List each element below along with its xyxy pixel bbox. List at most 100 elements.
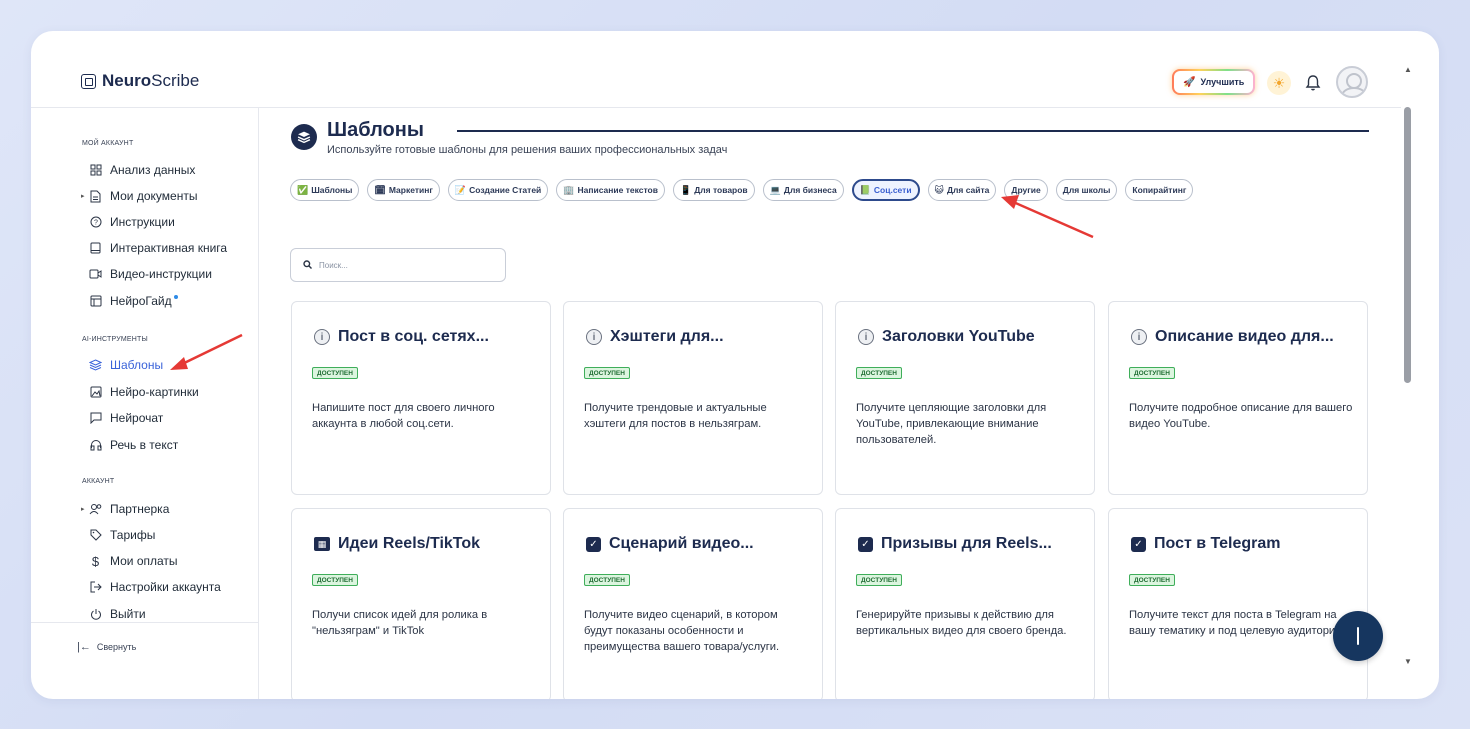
sidebar-item-speech-to-text[interactable]: Речь в текст (89, 436, 178, 454)
sidebar-item-label: Нейро-картинки (110, 385, 199, 399)
vertical-scrollbar[interactable]: ▲ ▼ (1401, 59, 1415, 671)
checkbox-icon: ✓ (1131, 536, 1146, 552)
sidebar-item-my-payments[interactable]: $ Мои оплаты (89, 552, 178, 570)
chip-label: Написание текстов (577, 185, 658, 195)
card-description: Напишите пост для своего личного аккаунт… (312, 402, 495, 430)
search-icon (303, 259, 312, 271)
template-card[interactable]: ✓ Призывы для Reels... ДОСТУПЕН Генерируй… (835, 508, 1095, 699)
sidebar-item-interactive-book[interactable]: Интерактивная книга (89, 239, 227, 257)
divider (31, 622, 259, 623)
collapse-icon: |← (77, 641, 91, 653)
sidebar-item-logout[interactable]: Выйти (89, 605, 146, 623)
sidebar-item-video-instructions[interactable]: Видео-инструкции (89, 265, 212, 283)
chip-label: Маркетинг (388, 185, 433, 195)
search-input[interactable] (319, 260, 499, 270)
sidebar-item-tariffs[interactable]: Тарифы (89, 526, 155, 544)
card-title: Пост в Telegram (1154, 535, 1281, 552)
document-icon (89, 190, 102, 203)
chip-templates[interactable]: ✅ Шаблоны (290, 179, 360, 201)
sidebar-item-templates[interactable]: Шаблоны (89, 356, 163, 374)
sidebar-item-label: Речь в текст (110, 438, 179, 452)
sidebar-item-neuro-images[interactable]: Нейро-картинки (89, 383, 199, 401)
main-content: Шаблоны Используйте готовые шаблоны для … (259, 108, 1401, 699)
chip-school[interactable]: Для школы (1055, 179, 1118, 201)
card-description: Получите трендовые и актуальные хэштеги … (584, 402, 767, 430)
sidebar-item-neuroguide[interactable]: НейроГайд (89, 292, 178, 310)
collapse-label: Свернуть (96, 642, 137, 652)
sidebar-item-label: Видео-инструкции (110, 267, 212, 281)
sidebar-item-instructions[interactable]: ? Инструкции (89, 213, 175, 231)
chip-other[interactable]: Другие (1004, 179, 1048, 201)
template-card[interactable]: i Хэштеги для... ДОСТУПЕН Получите трендо… (563, 301, 823, 495)
template-card[interactable]: i Заголовки YouTube ДОСТУПЕН Получите цеп… (835, 301, 1095, 495)
status-badge: ДОСТУПЕН (1129, 367, 1175, 379)
info-icon: i (858, 329, 874, 345)
title-divider (457, 130, 1369, 132)
calendar-icon: 🗓 (374, 184, 386, 195)
info-icon: i (1131, 329, 1147, 345)
film-icon: ▦ (314, 537, 330, 551)
card-description: Получите цепляющие заголовки для YouTube… (856, 402, 1047, 446)
phone-icon: 📱 (679, 184, 692, 195)
chat-launcher-button[interactable] (1333, 611, 1383, 661)
scroll-up-icon[interactable]: ▲ (1404, 65, 1412, 74)
template-card[interactable]: ▦ Идеи Reels/TikTok ДОСТУПЕН Получи списо… (291, 508, 551, 699)
chip-website[interactable]: 😺 Для сайта (927, 179, 997, 201)
sun-icon[interactable]: ☀ (1267, 71, 1291, 95)
logo-icon (81, 73, 96, 89)
sidebar: МОЙ АККАУНТ Анализ данных ▸ Мои документ… (31, 108, 259, 699)
sidebar-item-label: Инструкции (110, 215, 175, 229)
sidebar-item-data-analysis[interactable]: Анализ данных (89, 161, 195, 179)
section-title-profile: АККАУНТ (82, 478, 115, 485)
cat-icon: 😺 (934, 184, 944, 195)
bell-icon[interactable] (1303, 73, 1323, 93)
sidebar-item-label: Выйти (110, 607, 146, 621)
scroll-down-icon[interactable]: ▼ (1404, 657, 1412, 666)
chip-label: Шаблоны (311, 185, 353, 195)
users-icon (89, 503, 102, 516)
grid-icon (89, 164, 102, 177)
video-icon (89, 268, 102, 281)
sidebar-item-partner[interactable]: ▸ Партнерка (81, 500, 170, 518)
search-field[interactable] (290, 248, 506, 282)
template-card[interactable]: i Пост в соц. сетях... ДОСТУПЕН Напишите … (291, 301, 551, 495)
chip-label: Другие (1011, 185, 1041, 195)
template-card[interactable]: ✓ Пост в Telegram ДОСТУПЕН Получите текст… (1108, 508, 1368, 699)
sidebar-item-account-settings[interactable]: Настройки аккаунта (89, 578, 221, 596)
settings-arrow-icon (89, 581, 102, 594)
chip-articles[interactable]: 📝 Создание Статей (447, 179, 549, 201)
upgrade-label: Улучшить (1200, 77, 1245, 87)
new-indicator-dot (173, 295, 178, 299)
chip-label: Создание Статей (469, 185, 542, 195)
user-avatar-icon[interactable] (1336, 66, 1368, 98)
layers-icon (291, 124, 317, 150)
logo[interactable]: NeuroScribe (81, 71, 199, 91)
upgrade-button[interactable]: 🚀 Улучшить (1172, 69, 1255, 95)
chip-label: Для школы (1062, 185, 1111, 195)
chip-label: Для товаров (694, 185, 748, 195)
sidebar-item-label: Мои оплаты (110, 554, 178, 568)
book-icon (89, 242, 102, 255)
card-description: Получите текст для поста в Telegram на в… (1129, 609, 1347, 637)
chip-business[interactable]: 💻 Для бизнеса (762, 179, 844, 201)
template-card[interactable]: i Описание видео для... ДОСТУПЕН Получите… (1108, 301, 1368, 495)
sidebar-item-my-documents[interactable]: ▸ Мои документы (81, 187, 198, 205)
help-circle-icon: ? (89, 216, 102, 229)
chip-products[interactable]: 📱 Для товаров (672, 179, 755, 201)
collapse-sidebar-button[interactable]: |← Свернуть (77, 641, 136, 653)
chip-text-writing[interactable]: 🏢 Написание текстов (556, 179, 665, 201)
checkbox-icon: ✅ (297, 184, 309, 195)
sidebar-item-label: Мои документы (110, 189, 198, 203)
chip-marketing[interactable]: 🗓 Маркетинг (367, 179, 440, 201)
template-card[interactable]: ✓ Сценарий видео... ДОСТУПЕН Получите вид… (563, 508, 823, 699)
logo-bold: Neuro (102, 71, 152, 90)
sidebar-item-neurochat[interactable]: Нейрочат (89, 409, 163, 427)
guide-icon (89, 295, 102, 308)
info-icon: i (314, 329, 330, 345)
chip-social-media[interactable]: 📗 Соц.сети (851, 179, 920, 201)
chip-copywriting[interactable]: Копирайтинг (1125, 179, 1194, 201)
dollar-icon: $ (91, 553, 100, 569)
scrollbar-thumb[interactable] (1404, 107, 1411, 383)
sidebar-item-label: Партнерка (110, 502, 170, 516)
tag-icon (89, 529, 102, 542)
